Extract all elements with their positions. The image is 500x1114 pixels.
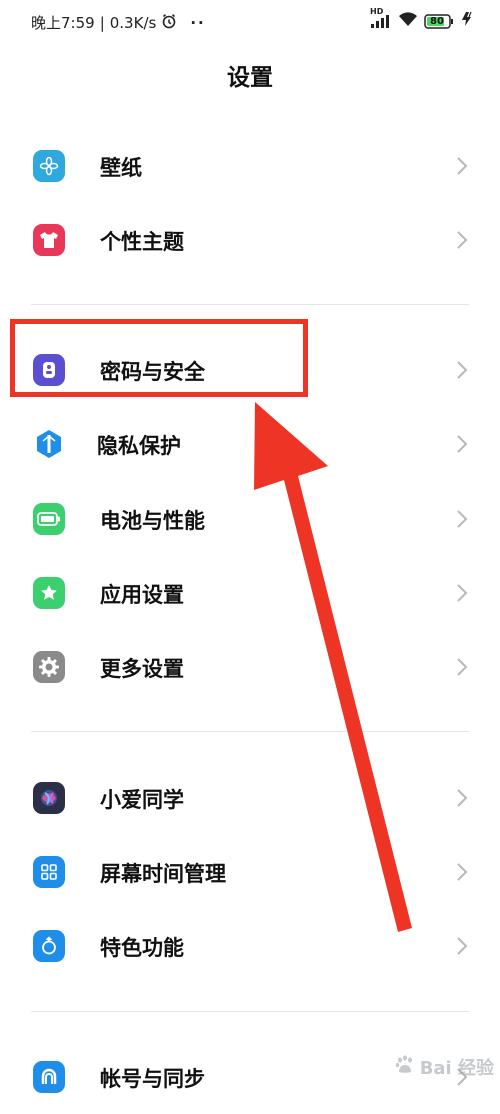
item-label: 帐号与同步	[100, 1067, 205, 1091]
battery-icon	[33, 503, 65, 535]
highlight-box	[10, 319, 308, 397]
chevron-right-icon	[457, 863, 468, 881]
item-label: 壁纸	[100, 156, 142, 180]
group-divider	[31, 304, 469, 305]
settings-item-battery-performance[interactable]: 电池与性能	[0, 482, 500, 556]
chevron-right-icon	[457, 658, 468, 676]
signal-icon: HD	[370, 7, 392, 29]
item-label: 个性主题	[100, 230, 184, 254]
page-title: 设置	[227, 65, 273, 91]
item-label: 隐私保护	[97, 434, 181, 458]
app-settings-star-icon	[33, 577, 65, 609]
item-label: 特色功能	[100, 936, 184, 960]
settings-item-more-settings[interactable]: 更多设置	[0, 630, 500, 704]
more-notifications: ··	[190, 13, 206, 32]
chevron-right-icon	[457, 157, 468, 175]
chevron-right-icon	[457, 231, 468, 249]
settings-item-xiaoai[interactable]: 小爱同学	[0, 761, 500, 835]
network-speed: 0.3K/s	[109, 13, 157, 32]
settings-item-screen-time[interactable]: 屏幕时间管理	[0, 835, 500, 909]
group-divider	[31, 731, 469, 732]
watermark-text: Bai 经验	[419, 1058, 494, 1079]
settings-item-privacy[interactable]: 隐私保护	[0, 407, 500, 481]
settings-item-app-settings[interactable]: 应用设置	[0, 556, 500, 630]
battery-status: 80	[424, 13, 454, 29]
battery-level: 80	[430, 15, 444, 27]
status-right: HD 80	[370, 7, 474, 31]
special-features-icon	[33, 930, 65, 962]
chevron-right-icon	[457, 584, 468, 602]
xiaoai-assistant-icon	[33, 782, 65, 814]
group-divider	[31, 1011, 469, 1012]
chevron-right-icon	[457, 789, 468, 807]
baidu-paw-icon	[394, 1054, 416, 1080]
wifi-icon	[398, 11, 418, 31]
privacy-icon	[33, 428, 65, 460]
item-label: 应用设置	[100, 583, 184, 607]
charging-icon	[460, 11, 474, 31]
chevron-right-icon	[457, 937, 468, 955]
settings-item-wallpaper[interactable]: 壁纸	[0, 129, 500, 203]
item-label: 电池与性能	[100, 509, 205, 533]
watermark: Bai 经验	[394, 1054, 494, 1080]
status-time: 晚上7:59	[31, 14, 95, 32]
alarm-icon	[161, 13, 177, 33]
settings-item-special-features[interactable]: 特色功能	[0, 909, 500, 983]
wallpaper-icon	[33, 150, 65, 182]
theme-shirt-icon	[33, 224, 65, 256]
chevron-right-icon	[457, 361, 468, 379]
screen-time-icon	[33, 856, 65, 888]
settings-item-theme[interactable]: 个性主题	[0, 203, 500, 277]
status-separator: |	[99, 13, 105, 32]
item-label: 屏幕时间管理	[100, 862, 226, 886]
status-bar: 晚上7:59 | 0.3K/s ·· HD 80	[0, 0, 500, 44]
chevron-right-icon	[457, 435, 468, 453]
item-label: 小爱同学	[100, 788, 184, 812]
gear-icon	[33, 651, 65, 683]
chevron-right-icon	[457, 510, 468, 528]
item-label: 更多设置	[100, 657, 184, 681]
account-sync-icon	[33, 1061, 65, 1093]
status-left: 晚上7:59 | 0.3K/s ··	[31, 12, 206, 33]
